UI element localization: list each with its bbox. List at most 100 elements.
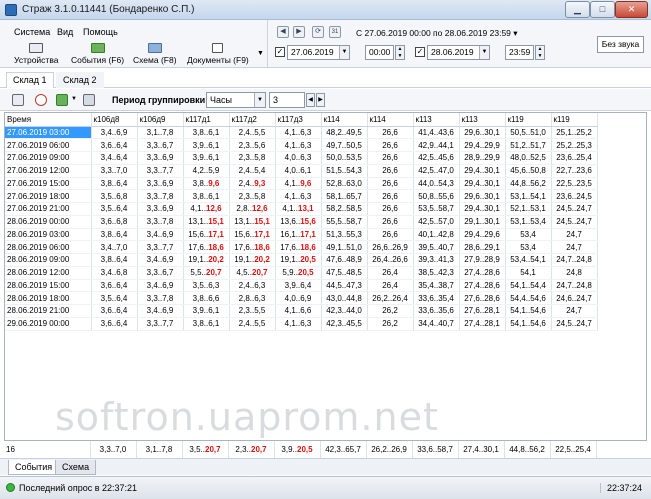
value-cell[interactable]: 5,9..20,5 xyxy=(275,266,322,280)
value-cell[interactable]: 26,4..26,6 xyxy=(367,253,414,267)
value-cell[interactable]: 26,2 xyxy=(367,317,414,331)
time-cell[interactable]: 28.06.2019 06:00 xyxy=(5,240,92,254)
value-cell[interactable]: 3,4..6,9 xyxy=(137,253,184,267)
value-cell[interactable]: 3,4..6,4 xyxy=(91,151,138,165)
value-cell[interactable]: 41,4..43,6 xyxy=(413,126,460,140)
value-cell[interactable]: 26,6 xyxy=(367,151,414,165)
value-cell[interactable]: 26,2..26,4 xyxy=(367,291,414,305)
value-cell[interactable]: 55,5..58,7 xyxy=(321,215,368,229)
column-header[interactable]: к119 xyxy=(505,113,552,127)
table-row[interactable]: 27.06.2019 12:00 3,3..7,0 3,3..7,7 4,2..5,9… xyxy=(5,164,598,178)
value-cell[interactable]: 22,5..23,5 xyxy=(551,177,598,191)
time-cell[interactable]: 16 xyxy=(4,441,91,458)
value-cell[interactable]: 28,9..29,9 xyxy=(459,151,506,165)
value-cell[interactable]: 3,4..6,9 xyxy=(137,279,184,293)
value-cell[interactable]: 3,3..6,9 xyxy=(137,151,184,165)
value-cell[interactable]: 49,7..50,5 xyxy=(321,138,368,152)
value-cell[interactable]: 3,6..6,4 xyxy=(91,304,138,318)
value-cell[interactable]: 3,3..7,8 xyxy=(137,291,184,305)
value-cell[interactable]: 3,9..6,4 xyxy=(275,279,322,293)
chart-icon[interactable] xyxy=(12,94,24,106)
value-cell[interactable]: 4,0..6,3 xyxy=(275,151,322,165)
value-cell[interactable]: 3,4..6,9 xyxy=(91,126,138,140)
value-cell[interactable]: 5,5..20,7 xyxy=(183,266,230,280)
column-header[interactable]: к117д1 xyxy=(183,113,230,127)
value-cell[interactable]: 29,4..30,1 xyxy=(459,177,506,191)
value-cell[interactable]: 44,5..47,3 xyxy=(321,279,368,293)
grouping-count-input[interactable]: 3 xyxy=(269,92,305,108)
value-cell[interactable]: 50,0..53,5 xyxy=(321,151,368,165)
value-cell[interactable]: 2,8..6,3 xyxy=(229,291,276,305)
value-cell[interactable]: 54,1..54,4 xyxy=(505,279,552,293)
table-row[interactable]: 28.06.2019 03:00 3,8..6,4 3,4..6,9 15,6..17… xyxy=(5,228,598,242)
value-cell[interactable]: 42,5..47,0 xyxy=(413,164,460,178)
tab-warehouse-2[interactable]: Склад 2 xyxy=(56,72,104,88)
time-cell[interactable]: 27.06.2019 21:00 xyxy=(5,202,92,216)
tab-scheme[interactable]: Схема xyxy=(55,460,97,475)
grouping-select[interactable]: Часы ▼ xyxy=(206,92,266,108)
value-cell[interactable]: 16,1..17,1 xyxy=(275,228,322,242)
time-cell[interactable]: 27.06.2019 12:00 xyxy=(5,164,92,178)
value-cell[interactable]: 3,3..7,8 xyxy=(137,189,184,203)
time-cell[interactable]: 27.06.2019 09:00 xyxy=(5,151,92,165)
value-cell[interactable]: 3,6..6,4 xyxy=(91,317,138,331)
value-cell[interactable]: 54,1..54,6 xyxy=(505,317,552,331)
events-button[interactable]: События (F6) xyxy=(71,43,124,65)
value-cell[interactable]: 24,8 xyxy=(551,266,598,280)
value-cell[interactable]: 24,6..24,7 xyxy=(551,291,598,305)
from-checkbox[interactable]: ✓ xyxy=(275,47,285,57)
column-header[interactable]: к119 xyxy=(551,113,598,127)
value-cell[interactable]: 4,1..6,3 xyxy=(275,138,322,152)
value-cell[interactable]: 2,3..5,8 xyxy=(229,151,276,165)
value-cell[interactable]: 4,1..9,6 xyxy=(275,177,322,191)
devices-button[interactable]: Устройства xyxy=(14,43,58,65)
value-cell[interactable]: 3,3..7,7 xyxy=(137,240,184,254)
value-cell[interactable]: 26,6 xyxy=(367,126,414,140)
value-cell[interactable]: 15,6..17,1 xyxy=(183,228,230,242)
value-cell[interactable]: 27,4..28,6 xyxy=(459,279,506,293)
value-cell[interactable]: 3,5..6,4 xyxy=(91,202,138,216)
value-cell[interactable]: 2,3..20,7 xyxy=(228,441,275,458)
chevron-down-icon[interactable]: ▼ xyxy=(339,46,349,59)
time-cell[interactable]: 27.06.2019 18:00 xyxy=(5,189,92,203)
time-cell[interactable]: 28.06.2019 21:00 xyxy=(5,304,92,318)
table-row[interactable]: 27.06.2019 06:00 3,6..6,4 3,3..6,7 3,9..6,1… xyxy=(5,138,598,152)
value-cell[interactable]: 24,7..24,8 xyxy=(551,279,598,293)
value-cell[interactable]: 48,2..49,5 xyxy=(321,126,368,140)
value-cell[interactable]: 4,1..13,1 xyxy=(275,202,322,216)
value-cell[interactable]: 2,3..5,8 xyxy=(229,189,276,203)
value-cell[interactable]: 3,8..6,4 xyxy=(91,228,138,242)
value-cell[interactable]: 24,7 xyxy=(551,228,598,242)
value-cell[interactable]: 26,6 xyxy=(367,189,414,203)
value-cell[interactable]: 29,6..30,1 xyxy=(459,189,506,203)
column-header[interactable]: к114 xyxy=(321,113,368,127)
time-cell[interactable]: 28.06.2019 03:00 xyxy=(5,228,92,242)
value-cell[interactable]: 27,4..28,1 xyxy=(459,317,506,331)
value-cell[interactable]: 3,9..6,1 xyxy=(183,304,230,318)
value-cell[interactable]: 27,9..28,9 xyxy=(459,253,506,267)
value-cell[interactable]: 24,7 xyxy=(551,240,598,254)
value-cell[interactable]: 24,5..24,7 xyxy=(551,215,598,229)
value-cell[interactable]: 2,4..5,4 xyxy=(229,164,276,178)
value-cell[interactable]: 47,6..48,9 xyxy=(321,253,368,267)
value-cell[interactable]: 44,8..56,2 xyxy=(504,441,551,458)
date-range-text[interactable]: С 27.06.2019 00:00 по 28.06.2019 23:59 ▾ xyxy=(356,28,518,39)
value-cell[interactable]: 2,4..6,3 xyxy=(229,279,276,293)
time-cell[interactable]: 28.06.2019 18:00 xyxy=(5,291,92,305)
value-cell[interactable]: 47,5..48,5 xyxy=(321,266,368,280)
minimize-button[interactable]: ▁ xyxy=(565,1,590,18)
value-cell[interactable]: 17,6..18,6 xyxy=(275,240,322,254)
value-cell[interactable]: 53,4 xyxy=(505,240,552,254)
table-row[interactable]: 28.06.2019 09:00 3,8..6,4 3,4..6,9 19,1..20… xyxy=(5,253,598,267)
value-cell[interactable]: 4,1..6,3 xyxy=(275,317,322,331)
value-cell[interactable]: 26,2..26,9 xyxy=(366,441,413,458)
value-cell[interactable]: 49,1..51,0 xyxy=(321,240,368,254)
menu-help[interactable]: Помощь xyxy=(83,27,118,37)
value-cell[interactable]: 51,3..55,3 xyxy=(321,228,368,242)
value-cell[interactable]: 17,6..18,6 xyxy=(229,240,276,254)
menu-view[interactable]: Вид xyxy=(57,27,73,37)
value-cell[interactable]: 26,2 xyxy=(367,304,414,318)
value-cell[interactable]: 19,1..20,2 xyxy=(229,253,276,267)
value-cell[interactable]: 50,8..55,6 xyxy=(413,189,460,203)
value-cell[interactable]: 52,8..63,0 xyxy=(321,177,368,191)
